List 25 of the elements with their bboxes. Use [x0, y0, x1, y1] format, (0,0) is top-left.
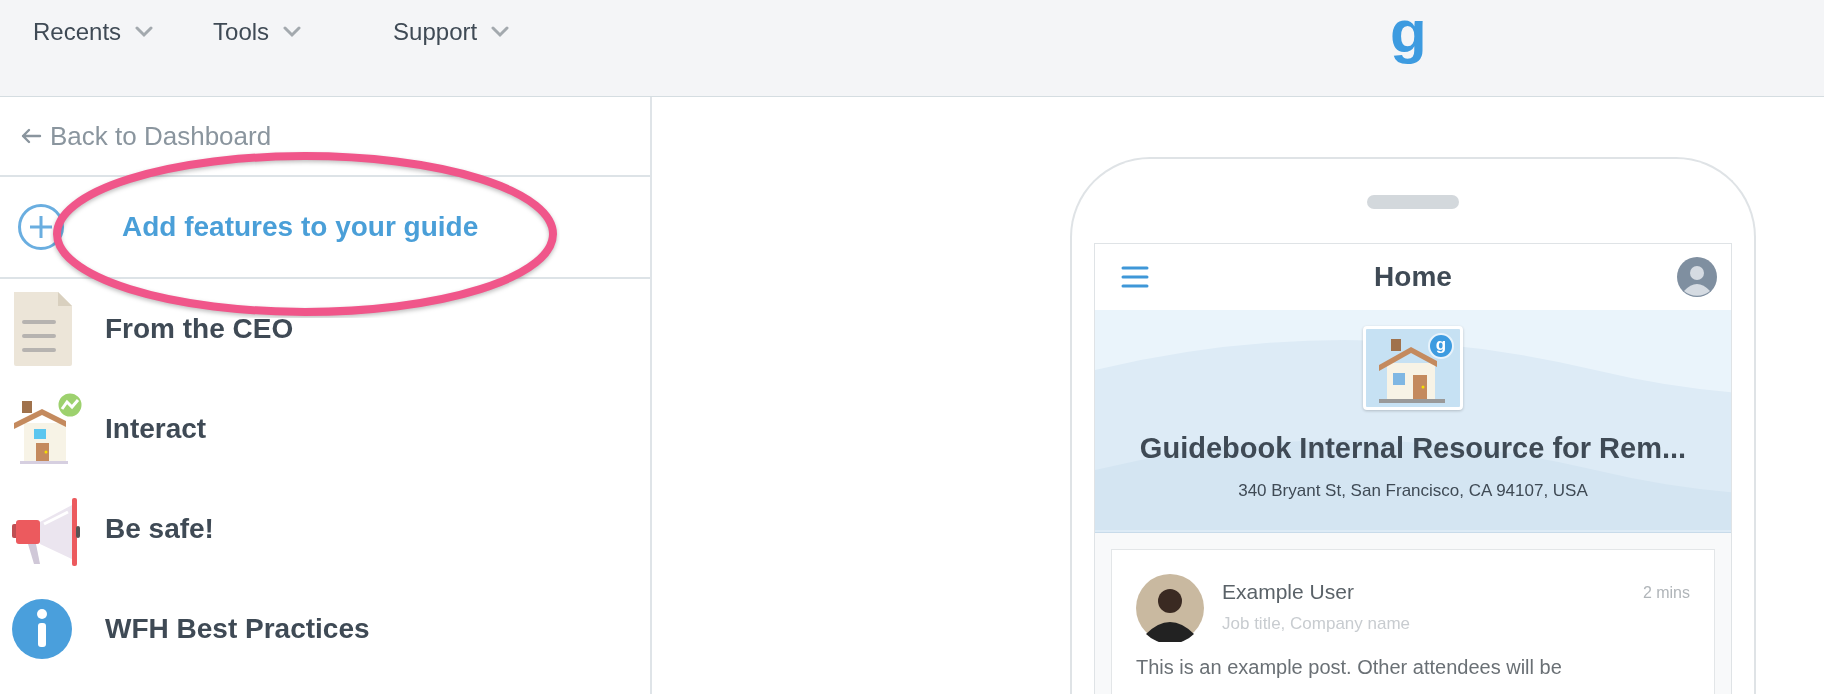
nav-menu[interactable]: Tools — [213, 18, 302, 46]
avatar-icon — [1136, 574, 1204, 642]
guide-title: Guidebook Internal Resource for Rem... — [1139, 432, 1687, 465]
document-icon — [12, 292, 74, 366]
chevron-down-icon — [135, 26, 154, 38]
nav-menu[interactable]: Support — [393, 18, 510, 46]
plus-circle-icon — [17, 203, 65, 251]
nav-menu[interactable]: Recents — [33, 18, 154, 46]
guide-address: 340 Bryant St, San Francisco, CA 94107, USA — [1238, 481, 1588, 501]
menu-icon — [1121, 265, 1149, 289]
post-text: This is an example post. Other attendees will be — [1136, 656, 1563, 679]
screen-title: Home — [1374, 261, 1452, 293]
sidebar-item[interactable]: Interact — [0, 379, 650, 479]
chevron-down-icon — [491, 26, 510, 38]
sidebar-item[interactable]: Be safe! — [0, 479, 650, 579]
chevron-down-icon — [283, 26, 302, 38]
arrow-left-icon — [20, 128, 42, 144]
author-name: Example User — [1222, 580, 1355, 604]
house-icon — [12, 391, 84, 467]
sidebar-item[interactable]: WFH Best Practices — [0, 579, 650, 679]
g-badge: g — [1428, 333, 1454, 359]
avatar-icon — [1677, 257, 1717, 297]
sidebar-item[interactable]: From the CEO — [0, 279, 650, 379]
info-icon — [12, 599, 72, 659]
post-time: 2 mins — [1642, 583, 1690, 602]
